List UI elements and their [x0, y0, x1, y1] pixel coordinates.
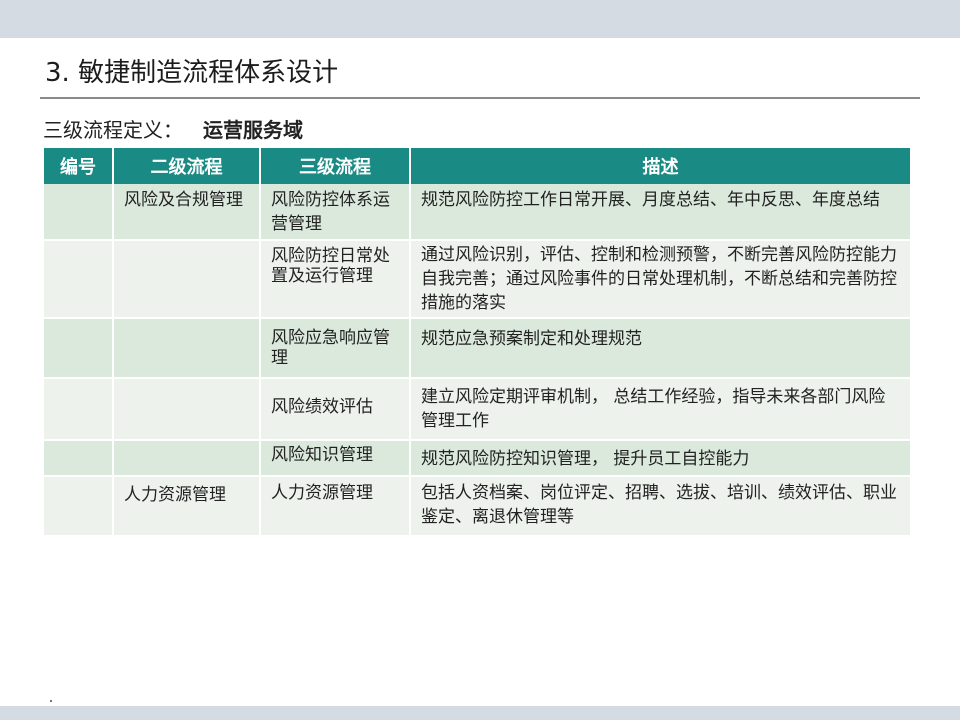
cell-level3: 风险防控日常处置及运行管理	[260, 240, 411, 319]
cell-description: 规范风险防控知识管理， 提升员工自控能力	[410, 440, 912, 477]
table-row: 风险绩效评估 建立风险定期评审机制， 总结工作经验，指导未来各部门风险管理工作	[44, 378, 912, 441]
page-title: 3. 敏捷制造流程体系设计	[45, 58, 339, 88]
section-subtitle: 三级流程定义： 运营服务域	[43, 115, 303, 145]
cell-description: 建立风险定期评审机制， 总结工作经验，指导未来各部门风险管理工作	[410, 378, 912, 441]
cell-id	[44, 440, 114, 477]
cell-level3: 风险知识管理	[260, 440, 411, 477]
title-divider	[40, 97, 920, 99]
bottom-band	[0, 706, 960, 720]
cell-description: 通过风险识别，评估、控制和检测预警，不断完善风险防控能力自我完善；通过风险事件的…	[410, 240, 912, 319]
cell-level2: 风险及合规管理	[113, 184, 261, 241]
cell-level2	[113, 318, 261, 379]
table-row: 风险防控日常处置及运行管理 通过风险识别，评估、控制和检测预警，不断完善风险防控…	[44, 240, 912, 319]
subtitle-domain: 运营服务域	[203, 118, 303, 142]
cell-level2: 人力资源管理	[113, 476, 261, 537]
table-row: 风险知识管理 规范风险防控知识管理， 提升员工自控能力	[44, 440, 912, 477]
cell-id	[44, 378, 114, 441]
cell-level2	[113, 440, 261, 477]
cell-id	[44, 476, 114, 537]
footer-dot	[50, 700, 52, 702]
process-table: 编号 二级流程 三级流程 描述 风险及合规管理 风险防控体系运营管理 规范风险防…	[44, 148, 912, 537]
table-row: 风险应急响应管理 规范应急预案制定和处理规范	[44, 318, 912, 379]
cell-level3: 风险应急响应管理	[260, 318, 411, 379]
header-level3: 三级流程	[260, 148, 411, 184]
cell-level2	[113, 240, 261, 319]
table-row: 人力资源管理 人力资源管理 包括人资档案、岗位评定、招聘、选拔、培训、绩效评估、…	[44, 476, 912, 537]
header-level2: 二级流程	[113, 148, 261, 184]
table-row: 风险及合规管理 风险防控体系运营管理 规范风险防控工作日常开展、月度总结、年中反…	[44, 184, 912, 241]
header-description: 描述	[410, 148, 912, 184]
cell-description: 包括人资档案、岗位评定、招聘、选拔、培训、绩效评估、职业鉴定、离退休管理等	[410, 476, 912, 537]
subtitle-label: 三级流程定义：	[43, 118, 183, 142]
cell-description: 规范应急预案制定和处理规范	[410, 318, 912, 379]
cell-level3: 人力资源管理	[260, 476, 411, 537]
cell-level3: 风险绩效评估	[260, 378, 411, 441]
top-band	[0, 0, 960, 38]
table-header-row: 编号 二级流程 三级流程 描述	[44, 148, 912, 184]
cell-level3: 风险防控体系运营管理	[260, 184, 411, 241]
cell-id	[44, 318, 114, 379]
cell-level2	[113, 378, 261, 441]
header-id: 编号	[44, 148, 114, 184]
cell-description: 规范风险防控工作日常开展、月度总结、年中反思、年度总结	[410, 184, 912, 241]
cell-id	[44, 240, 114, 319]
cell-id	[44, 184, 114, 241]
